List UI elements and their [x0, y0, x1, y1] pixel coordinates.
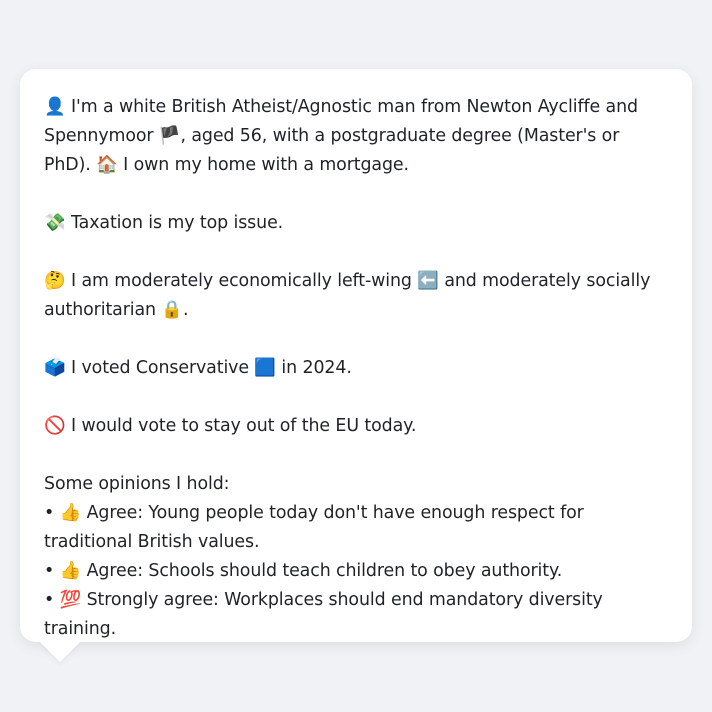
opinions-paragraph: Some opinions I hold: • 👍 Agree: Young p… [44, 470, 668, 644]
bullet-point: • [44, 503, 55, 523]
position-text-a: I am moderately economically left-wing [71, 271, 412, 291]
vote-text-a: I voted Conservative [71, 358, 249, 378]
top-issue-text: Taxation is my top issue. [71, 213, 284, 233]
thinking-face-icon: 🤔 [44, 271, 66, 291]
england-flag-icon: 🏴 [158, 126, 181, 146]
opinion-item: • 👍 Agree: Young people today don't have… [44, 499, 668, 557]
persona-message-bubble: 👤 I'm a white British Atheist/Agnostic m… [20, 69, 692, 642]
position-text-c: . [182, 300, 189, 320]
money-flying-icon: 💸 [44, 213, 66, 233]
opinion-text: Strongly agree: Workplaces should end ma… [44, 590, 603, 639]
top-issue-paragraph: 💸 Taxation is my top issue. [44, 209, 668, 238]
house-icon: 🏠 [96, 155, 118, 175]
opinion-text: Agree: Schools should teach children to … [86, 561, 563, 581]
hundred-points-icon: 💯 [59, 590, 82, 610]
bullet-point: • [44, 561, 55, 581]
thumbs-up-icon: 👍 [59, 503, 82, 523]
eu-text: I would vote to stay out of the EU today… [71, 416, 417, 436]
opinion-item: • 💯 Strongly agree: Workplaces should en… [44, 586, 668, 644]
opinion-text: Agree: Young people today don't have eno… [44, 503, 584, 552]
position-paragraph: 🤔 I am moderately economically left-wing… [44, 267, 668, 325]
prohibited-icon: 🚫 [44, 416, 66, 436]
person-icon: 👤 [44, 97, 66, 117]
blue-square-icon: 🟦 [254, 358, 276, 378]
lock-icon: 🔒 [161, 300, 183, 320]
ballot-box-icon: 🗳️ [44, 358, 66, 378]
thumbs-up-icon: 👍 [59, 561, 82, 581]
vote-paragraph: 🗳️ I voted Conservative 🟦 in 2024. [44, 354, 668, 383]
vote-text-b: in 2024. [281, 358, 352, 378]
bullet-point: • [44, 590, 55, 610]
left-arrow-icon: ⬅️ [417, 271, 439, 291]
intro-text-c: I own my home with a mortgage. [123, 155, 409, 175]
opinions-heading: Some opinions I hold: [44, 474, 230, 494]
intro-paragraph: 👤 I'm a white British Atheist/Agnostic m… [44, 93, 668, 180]
bubble-tail [40, 642, 80, 662]
eu-paragraph: 🚫 I would vote to stay out of the EU tod… [44, 412, 668, 441]
opinion-item: • 👍 Agree: Schools should teach children… [44, 557, 668, 586]
